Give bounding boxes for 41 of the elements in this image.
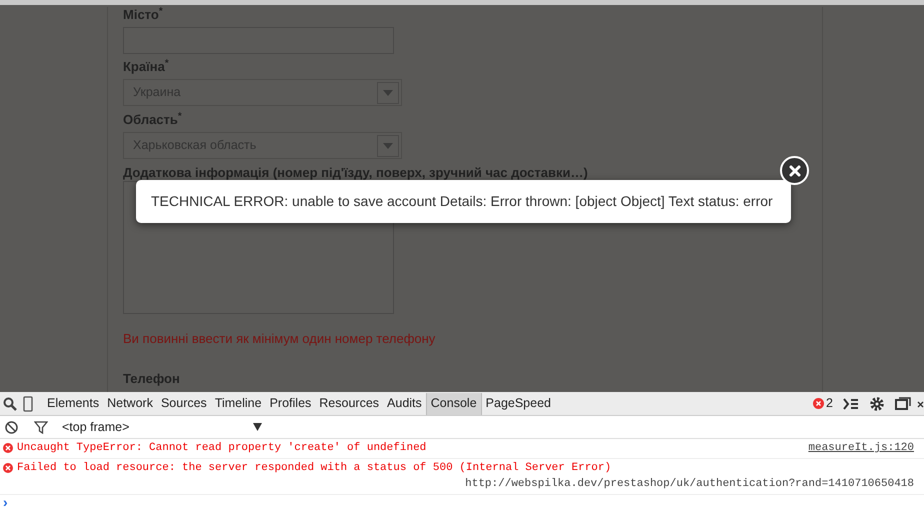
console-error-text: Failed to load resource: the server responded with a status of 500 (Internal Server Error): [17, 460, 612, 476]
request-url: http://webspilka.dev/prestashop/uk/authentication?rand=1410710650418: [465, 478, 914, 490]
frame-select[interactable]: <top frame>: [62, 418, 262, 436]
field-label: Телефон: [123, 370, 180, 386]
devtools-tab[interactable]: Resources: [315, 392, 384, 414]
close-button[interactable]: [780, 156, 809, 185]
devtools-tab[interactable]: Timeline: [210, 392, 266, 414]
caret-icon: [383, 90, 393, 96]
console-error-text: Uncaught TypeError: Cannot read property 'create' of undefined: [17, 441, 428, 456]
devtools-tab[interactable]: Profiles: [266, 392, 316, 414]
console-prompt[interactable]: ›: [0, 494, 16, 508]
error-message: Ви повинні ввести як мінімум один номер телефону: [123, 330, 436, 348]
devtools-tab[interactable]: Network: [103, 392, 157, 414]
error-icon: [813, 398, 824, 409]
error-count-text: 2: [826, 395, 833, 412]
clear-icon[interactable]: [5, 420, 18, 434]
close-icon[interactable]: [917, 400, 924, 408]
field-label: Країна$^{*}$: [123, 59, 169, 75]
search-icon[interactable]: [3, 396, 17, 410]
devtools-tab[interactable]: Audits: [383, 392, 426, 414]
settings-icon[interactable]: [869, 396, 885, 412]
frame-select-value: <top frame>: [62, 418, 130, 436]
devtools-tab[interactable]: Elements: [43, 392, 104, 414]
error-count[interactable]: 2: [813, 394, 833, 413]
devtools-tab[interactable]: Console: [426, 392, 482, 414]
error-icon: [3, 443, 13, 454]
devtools-tab[interactable]: PageSpeed: [482, 392, 555, 414]
phone-icon[interactable]: [23, 396, 33, 412]
devtools-tab[interactable]: Sources: [156, 392, 211, 414]
error-message: TECHNICAL ERROR: unable to save account Details: Error thrown: [object Object] Text status: error: [151, 192, 773, 211]
source-link[interactable]: measureIt.js:120: [808, 440, 914, 456]
console-drawer-icon[interactable]: [843, 398, 859, 410]
dock-icon[interactable]: [895, 396, 911, 410]
field-label: Область$^{*}$: [123, 112, 182, 128]
caret-icon: [383, 142, 393, 148]
caret-icon: [253, 423, 262, 431]
field-label: Місто$^{*}$: [123, 7, 163, 23]
error-icon: [3, 462, 13, 473]
close-icon: [788, 164, 800, 176]
field-label: Додаткова інформація (номер під'їзду, поверх, зручний час доставки…): [123, 165, 588, 181]
filter-icon[interactable]: [34, 420, 48, 434]
